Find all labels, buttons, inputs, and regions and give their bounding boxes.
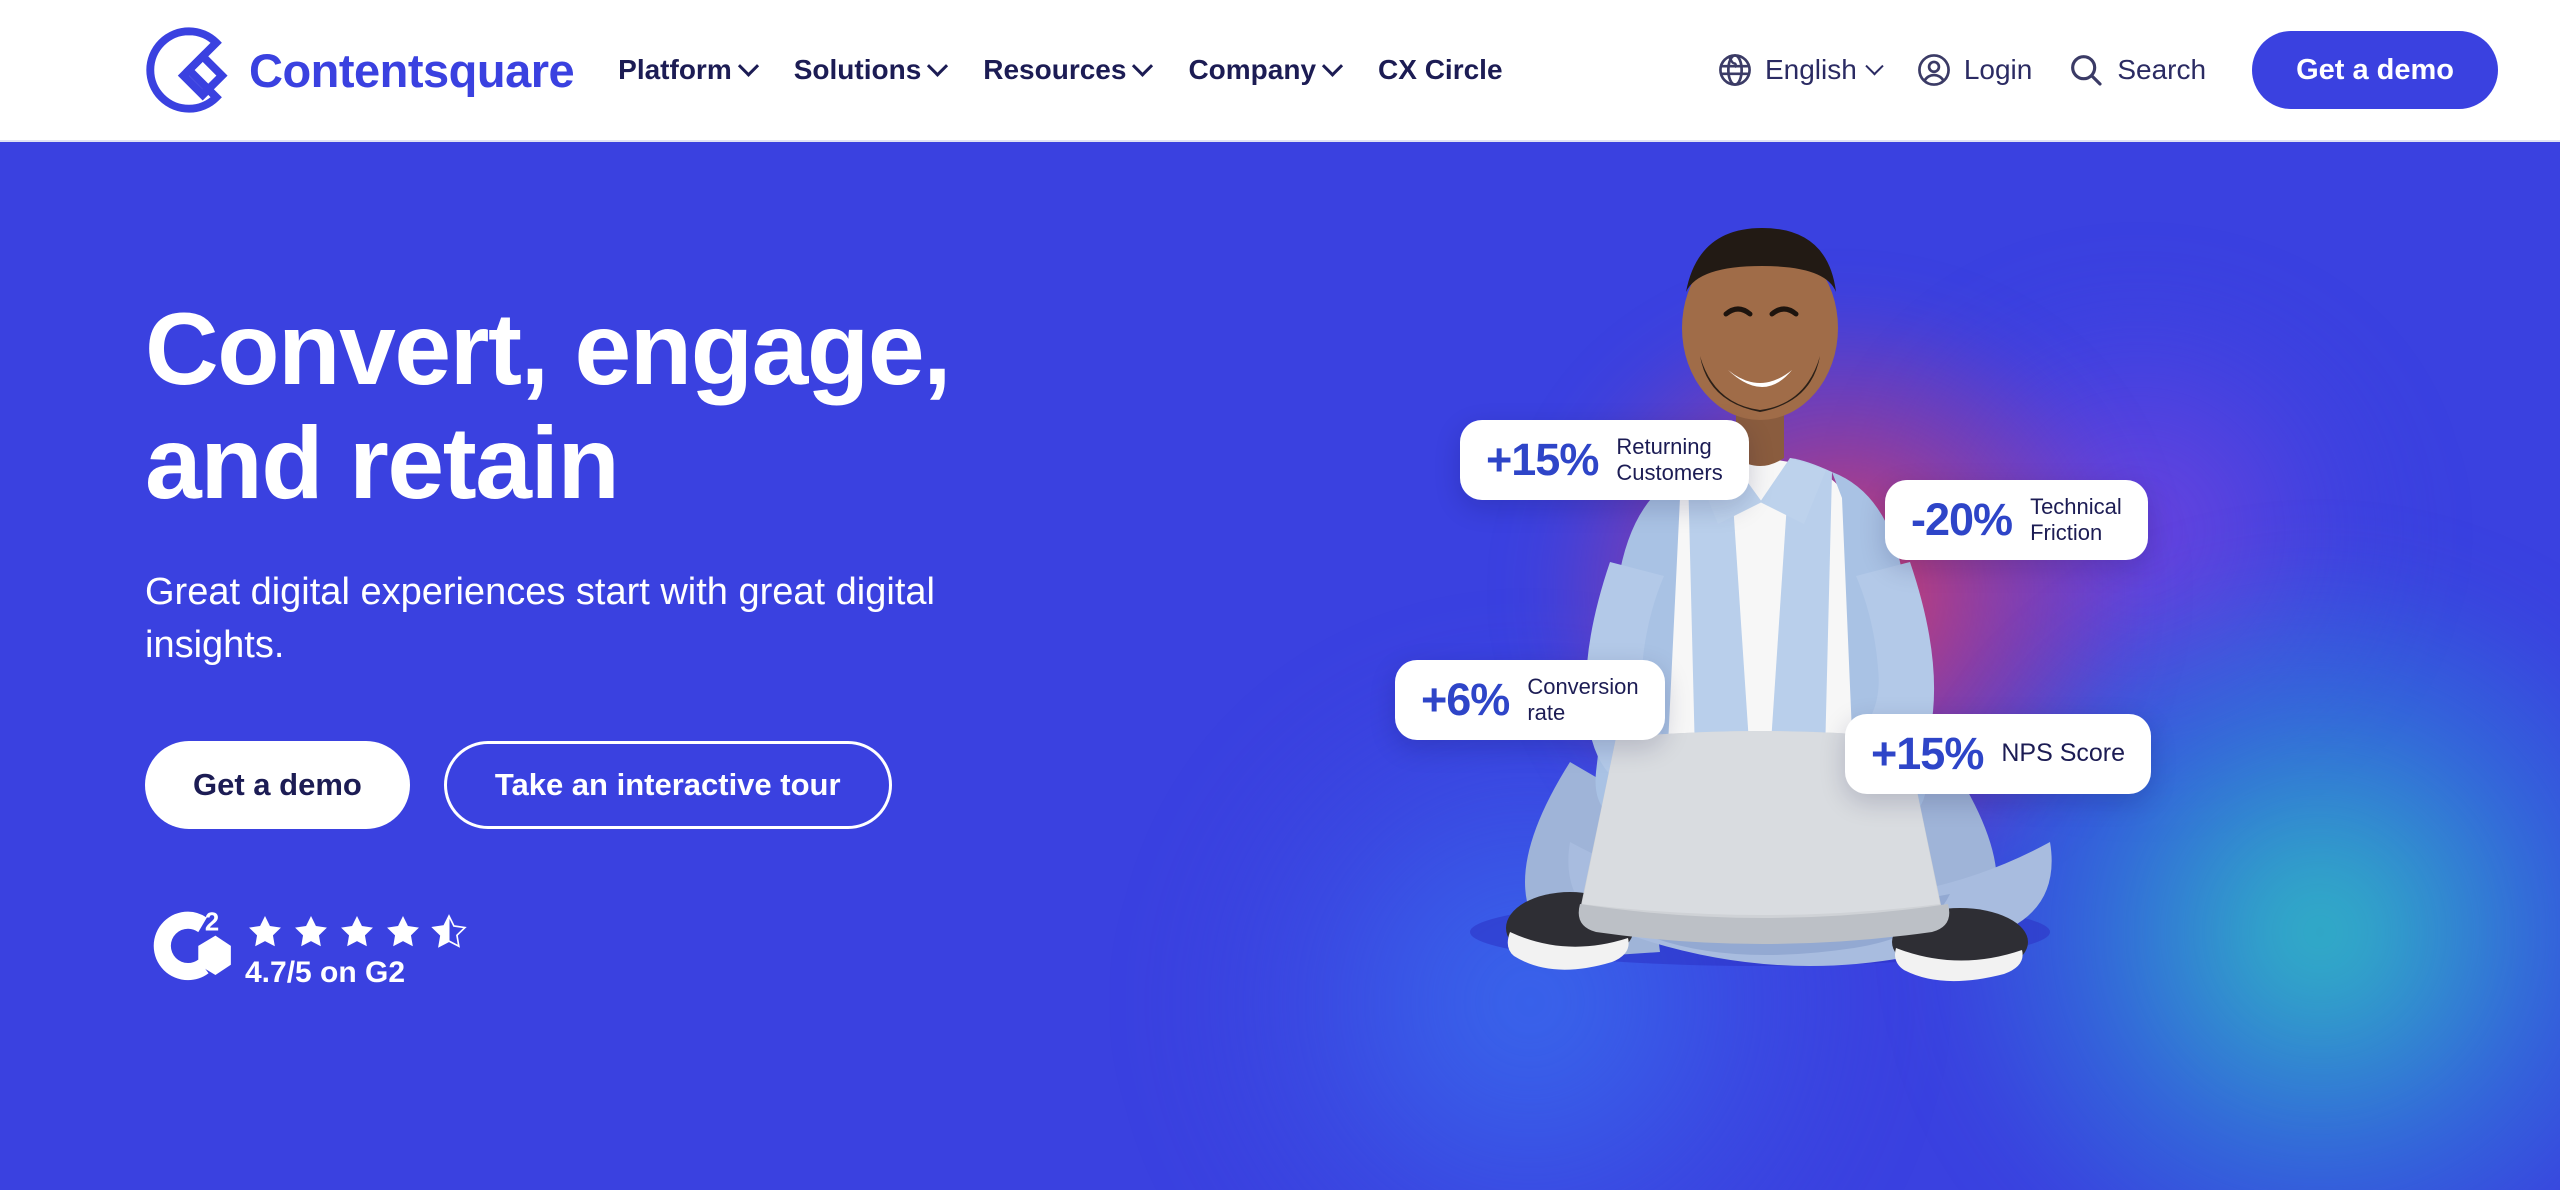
star-icon-full [295, 916, 327, 947]
hero-section: Convert, engage, and retain Great digita… [0, 142, 2560, 1190]
stat-label-line-2: Friction [2030, 520, 2103, 545]
stat-card-conversion-rate: +6% Conversion rate [1395, 660, 1665, 740]
stat-label: Returning Customers [1616, 434, 1722, 486]
hero-subtitle: Great digital experiences start with gre… [145, 571, 935, 666]
nav-item-label: CX Circle [1378, 54, 1503, 85]
chevron-down-icon [1865, 56, 1884, 75]
nav-item-label: Solutions [793, 54, 922, 85]
chevron-down-icon [737, 55, 759, 77]
star-rating [245, 912, 469, 952]
star-icon-full [387, 916, 419, 947]
stat-label-line-2: Customers [1616, 460, 1723, 485]
login-link[interactable]: Login [1915, 51, 2033, 89]
nav-item-solutions[interactable]: Solutions [793, 54, 949, 86]
nav-item-label: Platform [618, 54, 732, 85]
hero-title: Convert, engage, and retain [145, 292, 1145, 520]
hero-copy: Convert, engage, and retain Great digita… [145, 292, 1145, 999]
g2-logo-icon: 2 [145, 903, 231, 999]
stat-label: Conversion rate [1527, 674, 1638, 726]
stat-label-line-1: Technical [2030, 494, 2122, 520]
contentsquare-logo-icon [145, 26, 233, 114]
stat-value: +6% [1421, 674, 1510, 725]
stat-value: +15% [1486, 434, 1599, 485]
hero-actions: Get a demo Take an interactive tour [145, 741, 1145, 830]
nav-item-cx-circle[interactable]: CX Circle [1378, 54, 1503, 86]
take-interactive-tour-button[interactable]: Take an interactive tour [443, 741, 892, 830]
globe-icon [1716, 51, 1754, 89]
stat-value: +15% [1871, 728, 1984, 779]
header-utilities: English Login Search Get a demo [1716, 31, 2498, 109]
chevron-down-icon [1321, 55, 1344, 77]
nav-item-company[interactable]: Company [1188, 54, 1344, 86]
site-header: Contentsquare Platform Solutions Resourc… [0, 0, 2560, 142]
stat-value: -20% [1911, 494, 2013, 545]
stat-label-line-1: Conversion [1527, 674, 1639, 700]
language-selector[interactable]: English [1716, 51, 1884, 89]
stat-label-line-2: rate [1527, 700, 1566, 725]
get-a-demo-button-header[interactable]: Get a demo [2252, 31, 2498, 109]
language-label: English [1764, 54, 1857, 85]
hero-illustration: +15% Returning Customers -20% Technical … [1140, 142, 2560, 1190]
search-icon [2066, 50, 2106, 90]
main-navigation: Platform Solutions Resources Company CX … [618, 54, 1502, 86]
stat-card-technical-friction: -20% Technical Friction [1885, 480, 2148, 560]
search-label: Search [2117, 54, 2207, 85]
star-icon-full [341, 916, 373, 947]
stat-card-nps-score: +15% NPS Score [1845, 714, 2152, 794]
get-a-demo-button-hero[interactable]: Get a demo [145, 741, 410, 830]
rating-score-text: 4.7/5 on G2 [245, 956, 406, 990]
svg-text:2: 2 [205, 909, 219, 937]
star-icon-full [249, 916, 281, 947]
user-circle-icon [1915, 51, 1953, 89]
login-label: Login [1963, 54, 2033, 85]
hero-title-line-1: Convert, engage, [145, 292, 952, 406]
nav-item-label: Company [1188, 54, 1317, 85]
g2-rating-badge[interactable]: 2 4.7/5 on G2 [145, 903, 1145, 999]
search-button[interactable]: Search [2066, 50, 2206, 90]
stat-label-line-1: Returning [1616, 434, 1712, 460]
chevron-down-icon [927, 55, 949, 77]
nav-item-resources[interactable]: Resources [983, 54, 1154, 86]
brand-name: Contentsquare [249, 43, 575, 97]
chevron-down-icon [1132, 55, 1154, 77]
person-with-laptop-image [1470, 228, 2052, 982]
stat-card-returning-customers: +15% Returning Customers [1460, 420, 1749, 500]
nav-item-label: Resources [983, 54, 1127, 85]
brand-logo-link[interactable]: Contentsquare [145, 26, 575, 114]
hero-title-line-2: and retain [145, 406, 620, 521]
stat-label: Technical Friction [2030, 494, 2122, 546]
stat-label: NPS Score [2001, 739, 2126, 768]
nav-item-platform[interactable]: Platform [618, 54, 759, 86]
star-icon-half [431, 914, 467, 949]
